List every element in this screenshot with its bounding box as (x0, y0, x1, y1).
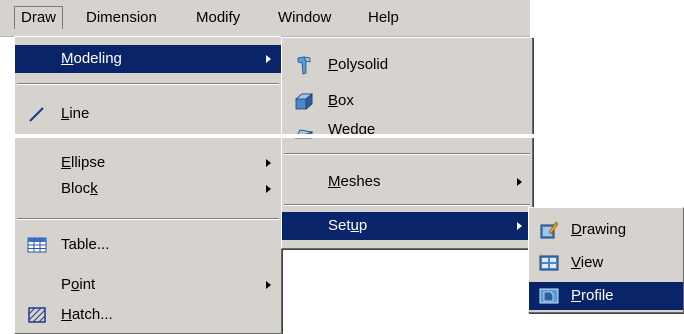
modeling-item-setup[interactable]: Setup (282, 212, 532, 240)
setup-submenu: Drawing View Profile (528, 207, 684, 313)
cut-gap (0, 134, 684, 138)
submenu-arrow-icon (266, 159, 271, 167)
modeling-item-wedge[interactable]: Wedge (282, 116, 532, 144)
modeling-submenu: Polysolid Box Wedge Meshes Setup (281, 37, 533, 249)
item-label: Drawing (571, 221, 627, 238)
drawing-icon (540, 221, 559, 239)
item-label: Block (61, 180, 98, 197)
modeling-item-meshes[interactable]: Meshes (282, 168, 532, 196)
submenu-arrow-icon (266, 55, 271, 63)
menu-dimension[interactable]: Dimension (80, 7, 163, 29)
submenu-arrow-icon (517, 178, 522, 186)
view-icon (539, 255, 559, 271)
separator (284, 153, 530, 155)
item-label: Point (61, 276, 96, 293)
item-label: Meshes (328, 173, 381, 190)
item-label: Line (61, 105, 90, 122)
menu-window[interactable]: Window (272, 7, 337, 29)
profile-icon (539, 288, 559, 304)
separator (284, 204, 530, 206)
box-icon (294, 93, 314, 110)
item-label: Box (328, 92, 354, 109)
draw-item-line[interactable]: Line (15, 100, 281, 128)
setup-item-drawing[interactable]: Drawing (529, 216, 683, 244)
draw-menu: Modeling Line Ellipse Block Table... Poi… (14, 36, 282, 334)
table-icon (27, 237, 47, 253)
draw-item-modeling[interactable]: Modeling (15, 45, 281, 73)
polysolid-icon (297, 56, 311, 75)
setup-item-profile[interactable]: Profile (529, 282, 683, 310)
line-icon (29, 107, 44, 122)
menu-bar: Draw Dimension Modify Window Help (0, 0, 530, 37)
menu-draw[interactable]: Draw (14, 6, 64, 29)
item-label: Wedge (328, 121, 376, 138)
item-label: View (571, 254, 604, 271)
draw-item-ellipse[interactable]: Ellipse (15, 149, 281, 177)
draw-item-hatch[interactable]: Hatch... (15, 301, 281, 329)
item-label: Polysolid (328, 56, 389, 73)
item-label: Modeling (61, 50, 122, 67)
submenu-arrow-icon (266, 185, 271, 193)
draw-item-table[interactable]: Table... (15, 231, 281, 259)
item-label: Hatch... (61, 306, 113, 323)
modeling-item-box[interactable]: Box (282, 87, 532, 115)
draw-item-point[interactable]: Point (15, 271, 281, 299)
menu-help[interactable]: Help (362, 7, 405, 29)
menu-modify[interactable]: Modify (190, 7, 246, 29)
setup-item-view[interactable]: View (529, 249, 683, 277)
item-label: Ellipse (61, 154, 106, 171)
item-label: Profile (571, 287, 614, 304)
item-label: Table... (61, 236, 110, 253)
submenu-arrow-icon (266, 281, 271, 289)
separator (17, 218, 279, 220)
separator (17, 83, 279, 85)
submenu-arrow-icon (517, 222, 522, 230)
modeling-item-polysolid[interactable]: Polysolid (282, 51, 532, 79)
item-label: Setup (328, 217, 368, 234)
draw-item-block[interactable]: Block (15, 175, 281, 203)
hatch-icon (28, 307, 46, 323)
